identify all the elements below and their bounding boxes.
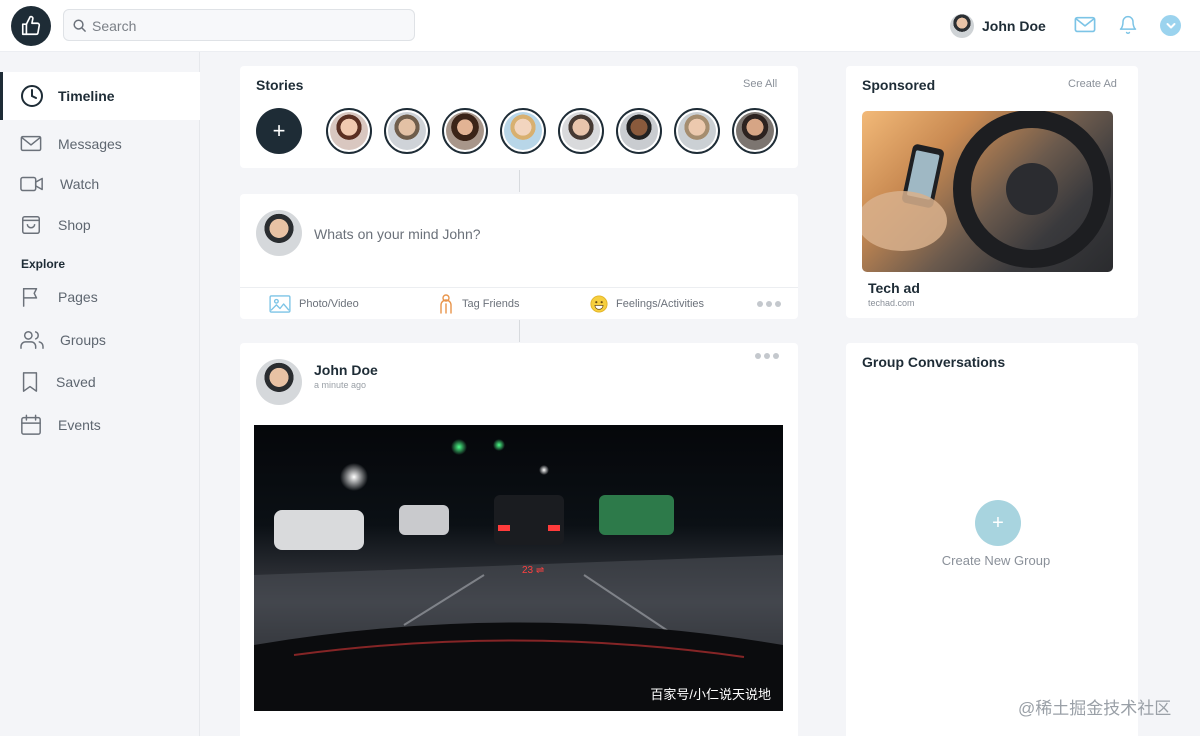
image-icon [269,295,291,313]
sidebar-item-timeline[interactable]: Timeline [0,72,200,120]
composer-actions: Photo/Video Tag Friends Feelings/Activit… [240,287,798,319]
thumbs-up-icon [21,15,41,36]
clock-icon [21,85,43,107]
group-conversations-title: Group Conversations [862,354,1006,370]
sidebar-item-pages[interactable]: Pages [20,285,98,309]
timeline-connector [519,170,520,192]
create-group-label[interactable]: Create New Group [846,553,1146,568]
add-story-button[interactable]: + [256,108,302,154]
story-avatar[interactable] [674,108,720,154]
sponsored-title: Sponsored [862,77,936,93]
story-avatar[interactable] [384,108,430,154]
bookmark-icon [22,372,38,392]
more-options-icon[interactable] [757,301,781,307]
stories-card: Stories See All + [240,66,798,168]
sidebar-item-label: Watch [60,176,100,192]
tag-friends-button[interactable]: Tag Friends [438,294,520,314]
sidebar-item-events[interactable]: Events [20,413,101,437]
avatar [256,359,302,405]
video-caption: 百家号/小仁说天说地 [650,687,771,702]
user-profile[interactable]: John Doe [950,14,1046,38]
sponsored-card: Sponsored Create Ad Tech ad techad.com [846,66,1138,318]
user-name: John Doe [982,18,1046,34]
post-timestamp: a minute ago [314,380,367,390]
watermark: @稀土掘金技术社区 [1018,699,1172,718]
story-avatar[interactable] [732,108,778,154]
sidebar-item-label: Shop [58,217,91,233]
story-avatar[interactable] [558,108,604,154]
search-icon [73,19,86,32]
create-ad-link[interactable]: Create Ad [1068,78,1117,90]
search-box[interactable] [63,9,415,41]
sidebar-section-explore: Explore [21,257,66,271]
sidebar-item-shop[interactable]: Shop [20,213,91,237]
sidebar-item-label: Pages [58,289,98,305]
create-group-button[interactable]: + [975,500,1021,546]
ad-url: techad.com [868,298,915,308]
feelings-button[interactable]: Feelings/Activities [590,295,704,313]
post-composer: Photo/Video Tag Friends Feelings/Activit… [240,194,798,319]
sidebar-item-messages[interactable]: Messages [20,132,122,156]
photo-video-button[interactable]: Photo/Video [269,295,359,313]
sidebar-item-watch[interactable]: Watch [20,172,99,196]
post-video[interactable]: 23 ⇌ 百家号/小仁说天说地 [254,425,783,711]
sidebar-item-label: Events [58,417,101,433]
ad-image[interactable] [862,111,1113,272]
svg-text:23 ⇌: 23 ⇌ [522,565,544,576]
avatar [950,14,974,38]
story-avatar[interactable] [616,108,662,154]
mail-icon[interactable] [1074,15,1096,35]
story-avatar[interactable] [326,108,372,154]
sidebar-item-label: Saved [56,374,96,390]
post-options-icon[interactable] [755,353,779,359]
smile-icon [590,295,608,313]
action-label: Photo/Video [299,298,359,310]
group-conversations-card: Group Conversations + Create New Group [846,343,1138,736]
video-icon [20,176,43,192]
account-menu-button[interactable] [1160,15,1181,36]
chevron-down-icon [1166,22,1175,28]
users-icon [20,331,44,349]
ad-photo [862,111,1111,268]
flag-icon [22,288,38,307]
sidebar-item-saved[interactable]: Saved [20,370,96,394]
video-frame: 23 ⇌ [254,439,783,711]
mail-icon [20,135,42,152]
story-avatar[interactable] [500,108,546,154]
post-card: John Doe a minute ago 23 ⇌ 百家号/小仁说天说地 [240,343,798,736]
sidebar: Timeline Messages Watch Shop Explore Pag… [0,52,200,736]
sidebar-item-label: Groups [60,332,106,348]
see-all-link[interactable]: See All [743,78,777,90]
search-input[interactable] [92,16,402,36]
action-label: Tag Friends [462,298,520,310]
post-author[interactable]: John Doe [314,362,378,378]
action-label: Feelings/Activities [616,298,705,310]
tag-friends-icon [440,294,452,314]
stories-title: Stories [256,77,304,93]
story-avatar[interactable] [442,108,488,154]
sidebar-item-label: Messages [58,136,122,152]
calendar-icon [21,414,41,435]
logo[interactable] [11,6,51,46]
avatar [256,210,302,256]
sidebar-item-groups[interactable]: Groups [20,328,106,352]
timeline-connector [519,320,520,342]
bell-icon[interactable] [1118,14,1138,36]
ad-name[interactable]: Tech ad [868,280,920,296]
shopping-bag-icon [22,216,40,234]
sidebar-item-label: Timeline [58,88,115,104]
top-bar: John Doe [0,0,1200,52]
post-input[interactable] [314,224,754,244]
